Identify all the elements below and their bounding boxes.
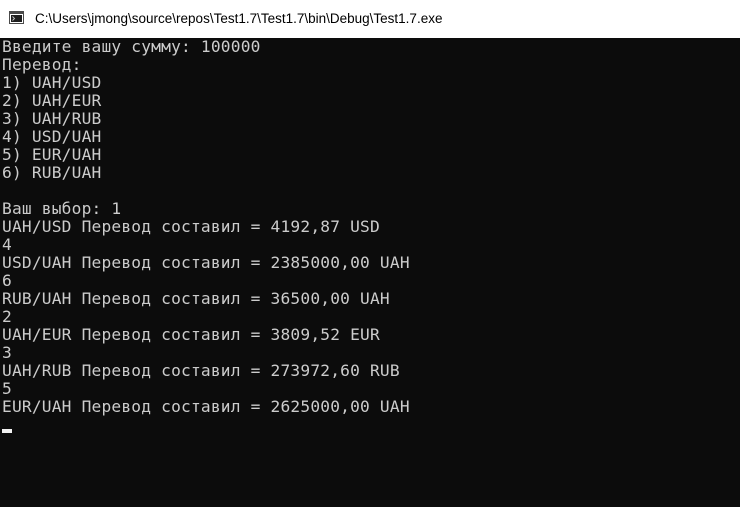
console-line: 3) UAH/RUB	[2, 109, 102, 128]
console-line: Введите вашу сумму: 100000	[2, 38, 261, 56]
console-line: 6) RUB/UAH	[2, 163, 102, 182]
console-line: 5) EUR/UAH	[2, 145, 102, 164]
console-line: 4	[2, 235, 12, 254]
console-line: 5	[2, 379, 12, 398]
console-line: UAH/RUB Перевод составил = 273972,60 RUB	[2, 361, 400, 380]
console-line: 3	[2, 343, 12, 362]
console-line: UAH/USD Перевод составил = 4192,87 USD	[2, 217, 380, 236]
console-line: 1) UAH/USD	[2, 73, 102, 92]
console-line: EUR/UAH Перевод составил = 2625000,00 UA…	[2, 397, 410, 416]
console-line: Ваш выбор: 1	[2, 199, 122, 218]
console-line: 2	[2, 307, 12, 326]
title-bar[interactable]: C:\Users\jmong\source\repos\Test1.7\Test…	[0, 0, 740, 38]
console-output[interactable]: Введите вашу сумму: 100000 Перевод: 1) U…	[2, 38, 738, 505]
console-line: Перевод:	[2, 55, 82, 74]
text-cursor	[2, 429, 12, 433]
console-line: UAH/EUR Перевод составил = 3809,52 EUR	[2, 325, 380, 344]
console-window: C:\Users\jmong\source\repos\Test1.7\Test…	[0, 0, 740, 507]
console-app-icon	[9, 11, 24, 24]
console-line: 6	[2, 271, 12, 290]
console-line: USD/UAH Перевод составил = 2385000,00 UA…	[2, 253, 410, 272]
window-title: C:\Users\jmong\source\repos\Test1.7\Test…	[35, 11, 443, 26]
console-line: 4) USD/UAH	[2, 127, 102, 146]
console-line: RUB/UAH Перевод составил = 36500,00 UAH	[2, 289, 390, 308]
console-line: 2) UAH/EUR	[2, 91, 102, 110]
